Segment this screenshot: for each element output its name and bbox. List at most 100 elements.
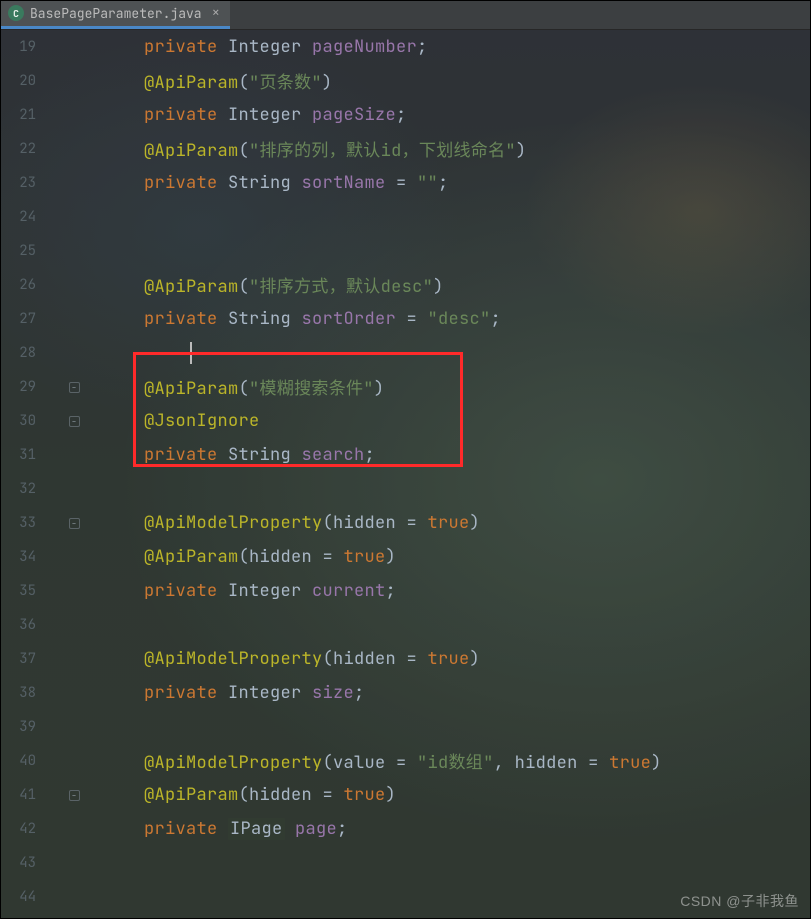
code-line[interactable]: 32 bbox=[0, 472, 811, 506]
fold-toggle-icon[interactable]: − bbox=[69, 790, 80, 801]
code-content[interactable]: @ApiModelProperty(hidden = true) bbox=[84, 512, 811, 534]
code-line[interactable]: 43 bbox=[0, 846, 811, 880]
token: IPage bbox=[228, 818, 285, 840]
token bbox=[302, 104, 313, 126]
line-number: 26 bbox=[0, 276, 44, 294]
code-editor[interactable]: 19private Integer pageNumber; 20 @ApiParam… bbox=[0, 30, 811, 919]
code-line[interactable]: 26 @ApiParam("排序方式，默认desc") bbox=[0, 268, 811, 302]
token bbox=[218, 308, 229, 330]
token bbox=[218, 580, 229, 602]
code-line[interactable]: 30−@JsonIgnore bbox=[0, 404, 811, 438]
code-content[interactable]: @ApiModelProperty(value = "id数组", hidden… bbox=[84, 748, 811, 774]
fold-toggle-icon[interactable]: − bbox=[69, 416, 80, 427]
code-content[interactable]: @ApiParam(hidden = true) bbox=[84, 784, 811, 806]
code-content[interactable]: private Integer pageSize; bbox=[84, 104, 811, 126]
token: ) bbox=[651, 752, 662, 774]
token: private bbox=[144, 308, 218, 330]
token: = bbox=[396, 308, 428, 330]
code-line[interactable]: 19private Integer pageNumber; bbox=[0, 30, 811, 64]
token: @ApiParam bbox=[144, 276, 239, 298]
code-content[interactable]: private Integer current; bbox=[84, 580, 811, 602]
token: ) bbox=[386, 546, 397, 568]
code-line[interactable]: 29−@ApiParam("模糊搜索条件") bbox=[0, 370, 811, 404]
token: "排序的列，默认id，下划线命名" bbox=[249, 140, 516, 162]
close-icon[interactable]: × bbox=[208, 4, 220, 22]
code-content[interactable]: private String sortOrder = "desc"; bbox=[84, 308, 811, 330]
token: ; bbox=[354, 682, 365, 704]
token: , hidden = bbox=[494, 752, 610, 774]
token: private bbox=[144, 104, 218, 126]
code-line[interactable]: 25 bbox=[0, 234, 811, 268]
token: ( bbox=[239, 72, 250, 94]
code-line[interactable]: 21private Integer pageSize; bbox=[0, 98, 811, 132]
code-content[interactable]: @ApiParam(hidden = true) bbox=[84, 546, 811, 568]
token: private bbox=[144, 580, 218, 602]
code-content[interactable]: @JsonIgnore bbox=[84, 410, 811, 432]
code-line[interactable]: 41−@ApiParam(hidden = true) bbox=[0, 778, 811, 812]
token: ( bbox=[239, 276, 250, 298]
line-number: 32 bbox=[0, 480, 44, 498]
token: private bbox=[144, 818, 218, 840]
token bbox=[291, 308, 302, 330]
code-line[interactable]: 28 bbox=[0, 336, 811, 370]
token: String bbox=[228, 308, 291, 330]
token: pageSize bbox=[312, 104, 396, 126]
code-line[interactable]: 40@ApiModelProperty(value = "id数组", hidd… bbox=[0, 744, 811, 778]
line-number: 27 bbox=[0, 310, 44, 328]
token: ) bbox=[470, 512, 481, 534]
code-line[interactable]: 33−@ApiModelProperty(hidden = true) bbox=[0, 506, 811, 540]
code-line[interactable]: 36 bbox=[0, 608, 811, 642]
fold-toggle-icon[interactable]: − bbox=[69, 382, 80, 393]
code-line[interactable]: 37@ApiModelProperty(hidden = true) bbox=[0, 642, 811, 676]
code-line[interactable]: 35private Integer current; bbox=[0, 574, 811, 608]
code-content[interactable]: private Integer pageNumber; bbox=[84, 36, 811, 58]
line-number: 36 bbox=[0, 616, 44, 634]
line-number: 20 bbox=[0, 72, 44, 90]
token: = bbox=[386, 172, 418, 194]
token bbox=[302, 580, 313, 602]
code-line[interactable]: 38private Integer size; bbox=[0, 676, 811, 710]
fold-toggle-icon[interactable]: − bbox=[69, 518, 80, 529]
code-line[interactable]: 27 private String sortOrder = "desc"; bbox=[0, 302, 811, 336]
token: true bbox=[428, 512, 470, 534]
editor-tab[interactable]: C BasePageParameter.java × bbox=[0, 0, 230, 29]
code-line[interactable]: 22@ApiParam("排序的列，默认id，下划线命名") bbox=[0, 132, 811, 166]
code-content[interactable]: private String search; bbox=[84, 444, 811, 466]
token: "排序方式，默认desc" bbox=[249, 276, 433, 298]
code-content[interactable]: @ApiParam("模糊搜索条件") bbox=[84, 374, 811, 400]
code-line[interactable]: 39 bbox=[0, 710, 811, 744]
token: sortName bbox=[302, 172, 386, 194]
token bbox=[218, 104, 229, 126]
token: page bbox=[295, 818, 337, 840]
code-area[interactable]: 19private Integer pageNumber; 20 @ApiParam… bbox=[0, 30, 811, 919]
token: ( bbox=[239, 140, 250, 162]
token: ; bbox=[365, 444, 376, 466]
token: pageNumber bbox=[312, 36, 417, 58]
code-content[interactable]: @ApiModelProperty(hidden = true) bbox=[84, 648, 811, 670]
line-number: 34 bbox=[0, 548, 44, 566]
code-line[interactable]: 42private IPage page; bbox=[0, 812, 811, 846]
code-line[interactable]: 31private String search; bbox=[0, 438, 811, 472]
code-content[interactable] bbox=[84, 342, 811, 364]
code-content[interactable]: @ApiParam("页条数") bbox=[84, 68, 811, 94]
code-line[interactable]: 34 @ApiParam(hidden = true) bbox=[0, 540, 811, 574]
token: ; bbox=[386, 580, 397, 602]
code-line[interactable]: 23 private String sortName = ""; bbox=[0, 166, 811, 200]
token: size bbox=[312, 682, 354, 704]
line-number: 25 bbox=[0, 242, 44, 260]
line-number: 23 bbox=[0, 174, 44, 192]
line-number: 24 bbox=[0, 208, 44, 226]
code-line[interactable]: 24 bbox=[0, 200, 811, 234]
code-content[interactable]: private Integer size; bbox=[84, 682, 811, 704]
token: @ApiModelProperty bbox=[144, 512, 323, 534]
code-content[interactable]: @ApiParam("排序方式，默认desc") bbox=[84, 272, 811, 298]
token: @JsonIgnore bbox=[144, 410, 260, 432]
code-content[interactable]: @ApiParam("排序的列，默认id，下划线命名") bbox=[84, 136, 811, 162]
token: @ApiModelProperty bbox=[144, 648, 323, 670]
code-line[interactable]: 20 @ApiParam("页条数") bbox=[0, 64, 811, 98]
token bbox=[218, 818, 229, 840]
code-content[interactable]: private IPage page; bbox=[84, 818, 811, 840]
code-content[interactable]: private String sortName = ""; bbox=[84, 172, 811, 194]
line-number: 43 bbox=[0, 854, 44, 872]
token: ; bbox=[396, 104, 407, 126]
